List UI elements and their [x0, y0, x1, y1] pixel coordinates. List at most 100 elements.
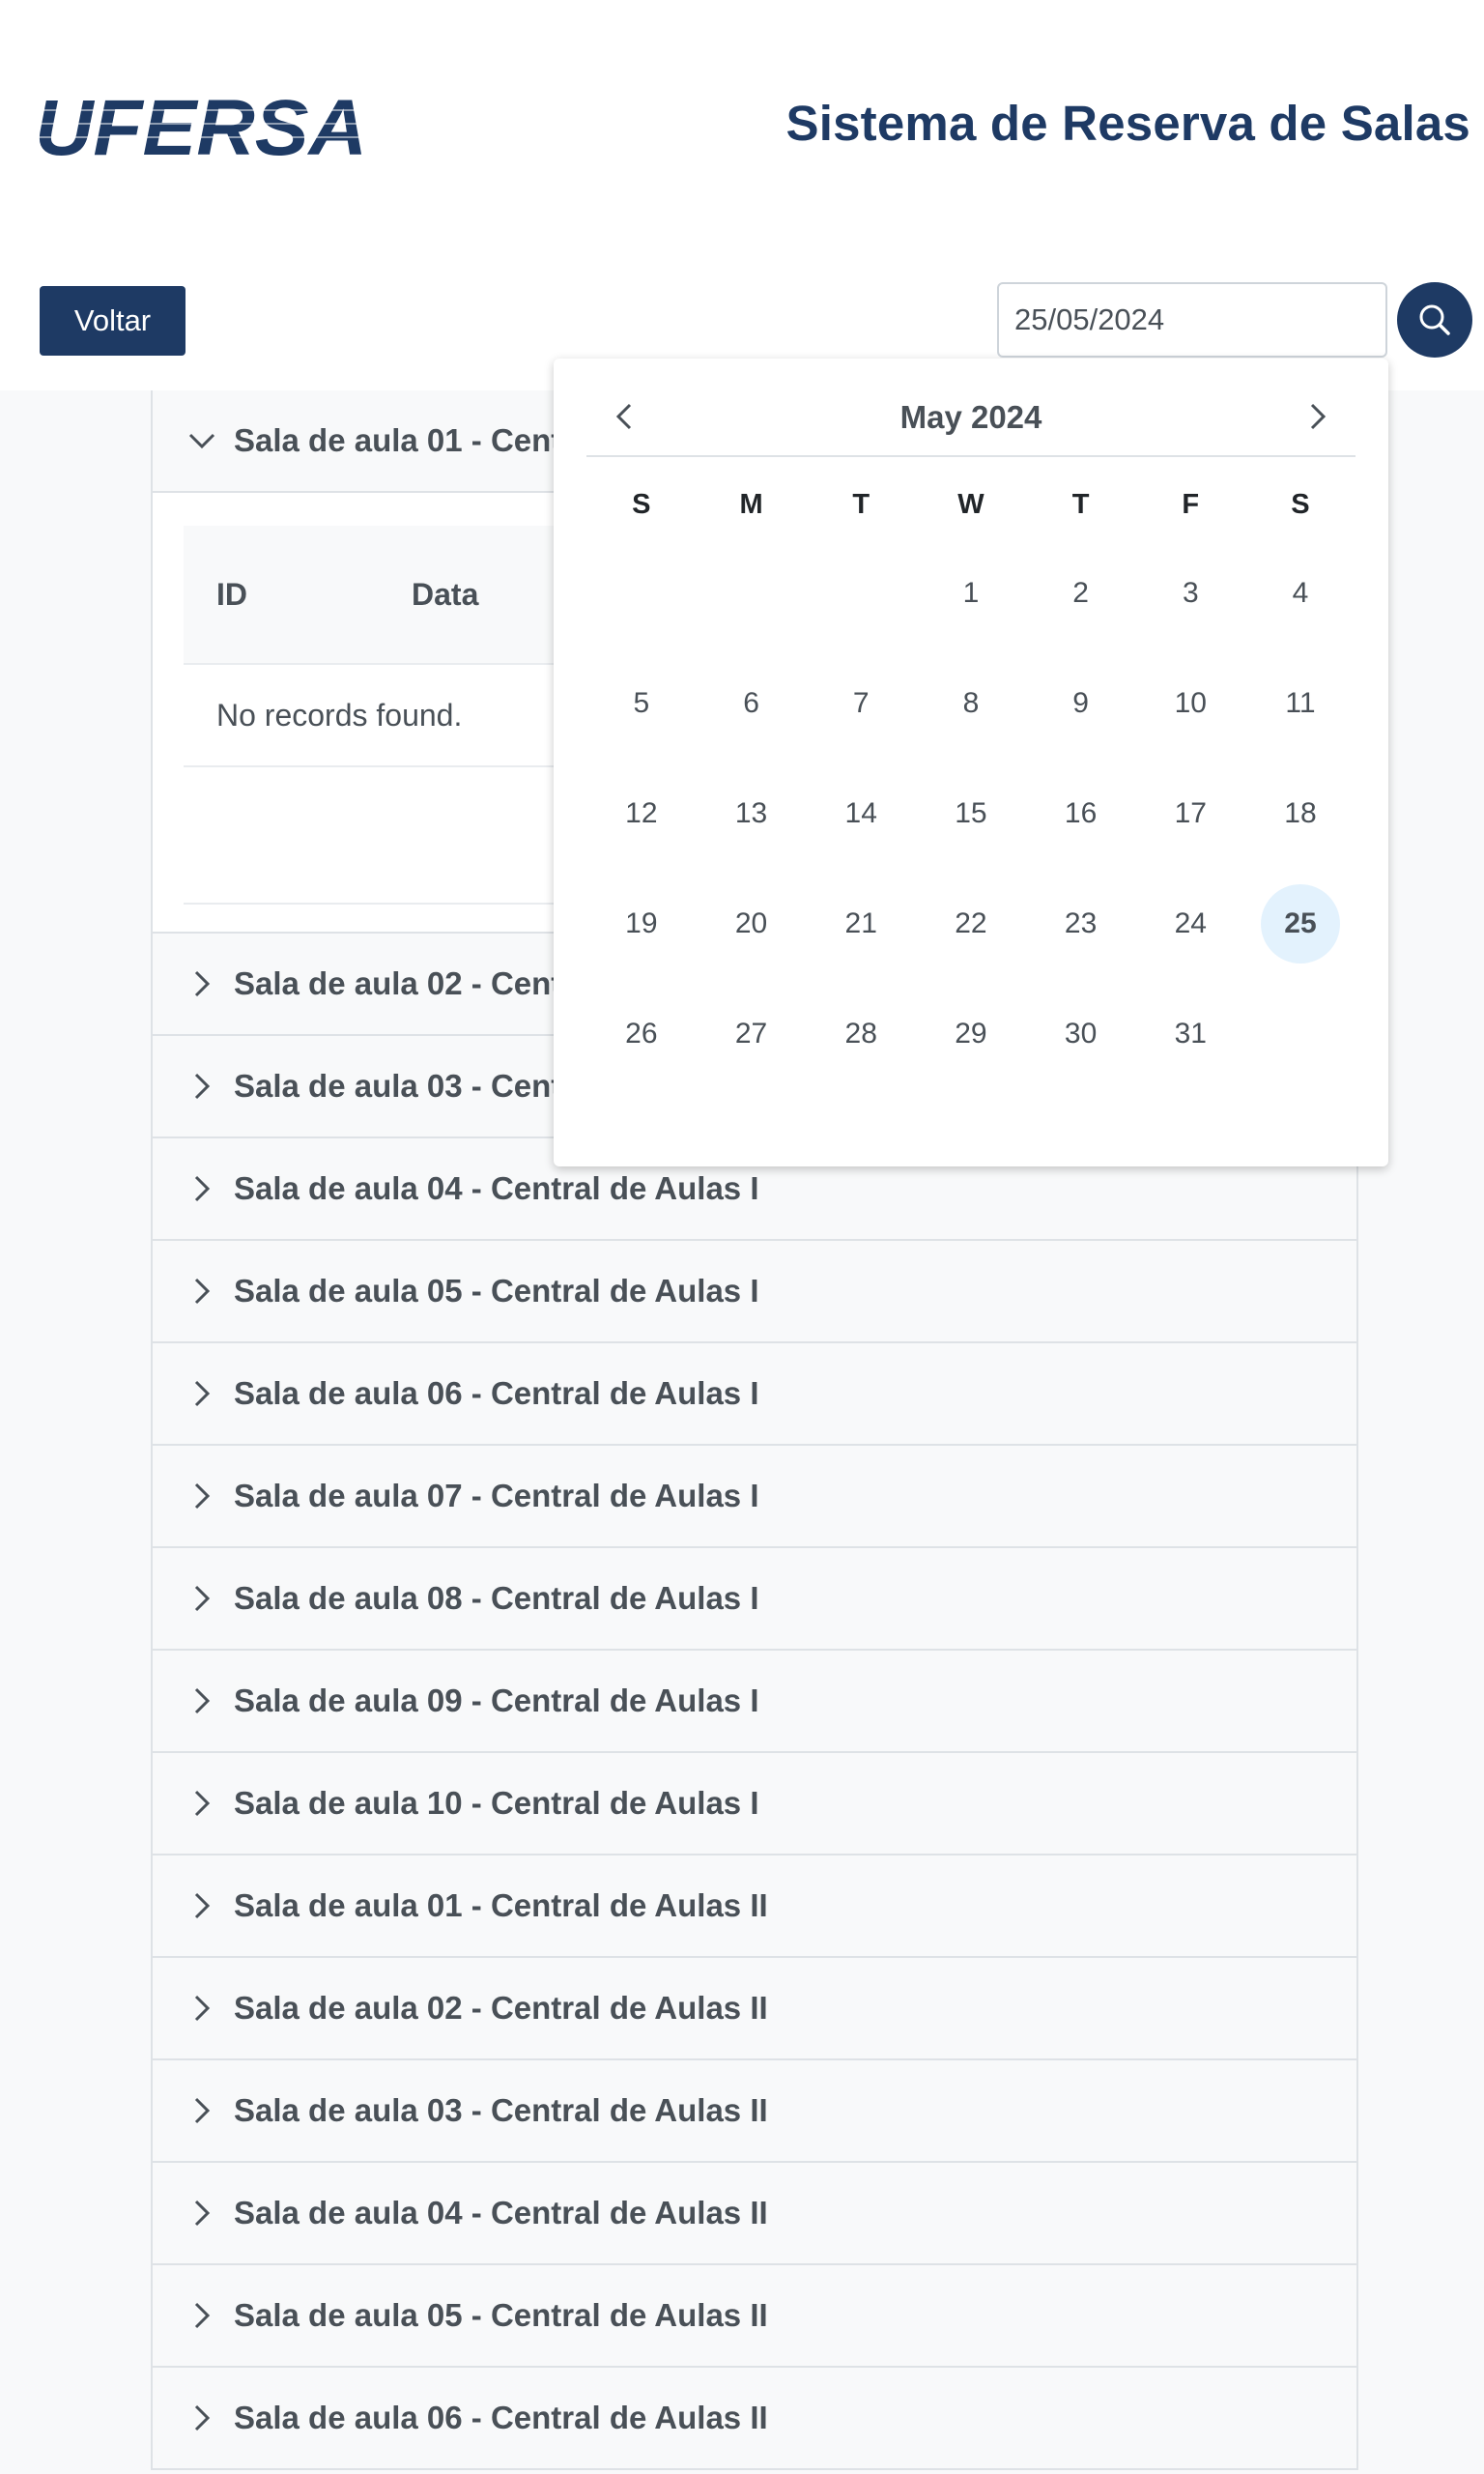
calendar-cell: 27 [697, 979, 807, 1089]
calendar-day[interactable]: 27 [712, 994, 791, 1074]
room-header[interactable]: Sala de aula 01 - Central de Aulas II [153, 1856, 1356, 1958]
page-title: Sistema de Reserva de Salas [785, 96, 1470, 151]
calendar-day[interactable]: 18 [1261, 774, 1340, 853]
calendar-week-row: 12 13 14 15 16 17 18 [586, 759, 1356, 869]
calendar-day[interactable]: 19 [602, 884, 681, 964]
room-header[interactable]: Sala de aula 02 - Central de Aulas II [153, 1958, 1356, 2060]
room-label: Sala de aula 06 - Central de Aulas II [234, 2400, 768, 2435]
calendar-day[interactable]: 10 [1151, 664, 1230, 743]
chevron-right-icon [186, 1275, 218, 1308]
room-header[interactable]: Sala de aula 05 - Central de Aulas II [153, 2265, 1356, 2368]
room-label: Sala de aula 06 - Central de Aulas I [234, 1375, 759, 1411]
room-header[interactable]: Sala de aula 08 - Central de Aulas I [153, 1548, 1356, 1651]
calendar-cell: 15 [916, 759, 1026, 869]
calendar-cell: 28 [806, 979, 916, 1089]
prev-month-button[interactable] [604, 395, 646, 438]
chevron-down-icon [186, 424, 218, 457]
calendar-header: May 2024 [586, 380, 1356, 457]
calendar-day[interactable]: 12 [602, 774, 681, 853]
calendar-day[interactable]: 24 [1151, 884, 1230, 964]
chevron-right-icon [186, 1889, 218, 1922]
weekday-label: W [957, 488, 985, 520]
calendar-cell: 11 [1245, 648, 1356, 759]
room-header[interactable]: Sala de aula 07 - Central de Aulas I [153, 1446, 1356, 1548]
chevron-right-icon [186, 1992, 218, 2025]
calendar-day[interactable]: 8 [931, 664, 1011, 743]
calendar-day[interactable]: 28 [821, 994, 900, 1074]
svg-text:UFERSA: UFERSA [35, 91, 367, 162]
weekday-label: S [1291, 488, 1310, 520]
room-label: Sala de aula 02 - Central de Aulas II [234, 1990, 768, 2026]
calendar-cell: 3 [1135, 538, 1245, 648]
calendar-day[interactable]: 6 [712, 664, 791, 743]
chevron-right-icon [186, 2094, 218, 2127]
chevron-right-icon [186, 1684, 218, 1717]
calendar-cell: 17 [1135, 759, 1245, 869]
room-label: Sala de aula 10 - Central de Aulas I [234, 1785, 759, 1821]
calendar-day[interactable]: 15 [931, 774, 1011, 853]
calendar-cell [806, 538, 916, 648]
calendar-day[interactable]: 11 [1261, 664, 1340, 743]
room-header[interactable]: Sala de aula 04 - Central de Aulas II [153, 2163, 1356, 2265]
calendar-day[interactable]: 5 [602, 664, 681, 743]
room-header[interactable]: Sala de aula 10 - Central de Aulas I [153, 1753, 1356, 1856]
calendar-cell: 22 [916, 869, 1026, 979]
calendar-day[interactable]: 13 [712, 774, 791, 853]
calendar-cell: 12 [586, 759, 697, 869]
room-label: Sala de aula 08 - Central de Aulas I [234, 1580, 759, 1616]
room-header[interactable]: Sala de aula 09 - Central de Aulas I [153, 1651, 1356, 1753]
calendar-week-row: 19 20 21 22 23 24 25 [586, 869, 1356, 979]
chevron-right-icon [1310, 403, 1327, 430]
calendar-day[interactable]: 16 [1042, 774, 1121, 853]
chevron-right-icon [186, 967, 218, 1000]
next-month-button[interactable] [1296, 395, 1338, 438]
room-header[interactable]: Sala de aula 03 - Central de Aulas II [153, 2060, 1356, 2163]
calendar-cell [697, 538, 807, 648]
calendar-cell: 7 [806, 648, 916, 759]
calendar-cell: 14 [806, 759, 916, 869]
calendar-week-row: 26 27 28 29 30 31 [586, 979, 1356, 1089]
calendar-cell: 8 [916, 648, 1026, 759]
calendar-day[interactable]: 30 [1042, 994, 1121, 1074]
calendar-day[interactable]: 17 [1151, 774, 1230, 853]
search-button[interactable] [1397, 282, 1472, 358]
calendar-grid: S M T W T F S 1 2 3 4 5 6 7 8 9 10 11 12 13 14 15 16 17 18 19 20 21… [586, 471, 1356, 1089]
date-picker-panel: May 2024 S M T W T F S 1 2 3 4 5 6 7 8 9 10 11 12 13 14 15 16 1… [554, 359, 1388, 1166]
calendar-cell: 24 [1135, 869, 1245, 979]
chevron-left-icon [615, 403, 632, 430]
calendar-cell: 10 [1135, 648, 1245, 759]
room-header[interactable]: Sala de aula 06 - Central de Aulas II [153, 2368, 1356, 2470]
room-header[interactable]: Sala de aula 05 - Central de Aulas I [153, 1241, 1356, 1343]
calendar-day[interactable]: 2 [1042, 554, 1121, 633]
calendar-cell: 23 [1026, 869, 1136, 979]
chevron-right-icon [186, 1172, 218, 1205]
calendar-day[interactable]: 9 [1042, 664, 1121, 743]
calendar-day[interactable]: 21 [821, 884, 900, 964]
calendar-day[interactable]: 4 [1261, 554, 1340, 633]
calendar-cell: 5 [586, 648, 697, 759]
room-header[interactable]: Sala de aula 06 - Central de Aulas I [153, 1343, 1356, 1446]
room-label: Sala de aula 05 - Central de Aulas I [234, 1273, 759, 1309]
room-label: Sala de aula 09 - Central de Aulas I [234, 1683, 759, 1718]
calendar-cell: 2 [1026, 538, 1136, 648]
calendar-day[interactable]: 31 [1151, 994, 1230, 1074]
room-label: Sala de aula 04 - Central de Aulas II [234, 2195, 768, 2230]
weekday-label: S [632, 488, 651, 520]
calendar-day[interactable]: 29 [931, 994, 1011, 1074]
calendar-day[interactable]: 23 [1042, 884, 1121, 964]
room-label: Sala de aula 07 - Central de Aulas I [234, 1478, 759, 1513]
calendar-day[interactable]: 1 [931, 554, 1011, 633]
date-field[interactable] [997, 282, 1387, 358]
calendar-day[interactable]: 26 [602, 994, 681, 1074]
calendar-day[interactable]: 20 [712, 884, 791, 964]
weekday-label: T [1071, 488, 1090, 520]
calendar-cell [586, 538, 697, 648]
calendar-day-selected[interactable]: 25 [1260, 884, 1340, 964]
calendar-day[interactable]: 7 [821, 664, 900, 743]
calendar-day[interactable]: 22 [931, 884, 1011, 964]
calendar-cell: 25 [1245, 869, 1356, 979]
back-button[interactable]: Voltar [40, 286, 186, 356]
calendar-day[interactable]: 14 [821, 774, 900, 853]
chevron-right-icon [186, 1070, 218, 1103]
calendar-day[interactable]: 3 [1151, 554, 1230, 633]
